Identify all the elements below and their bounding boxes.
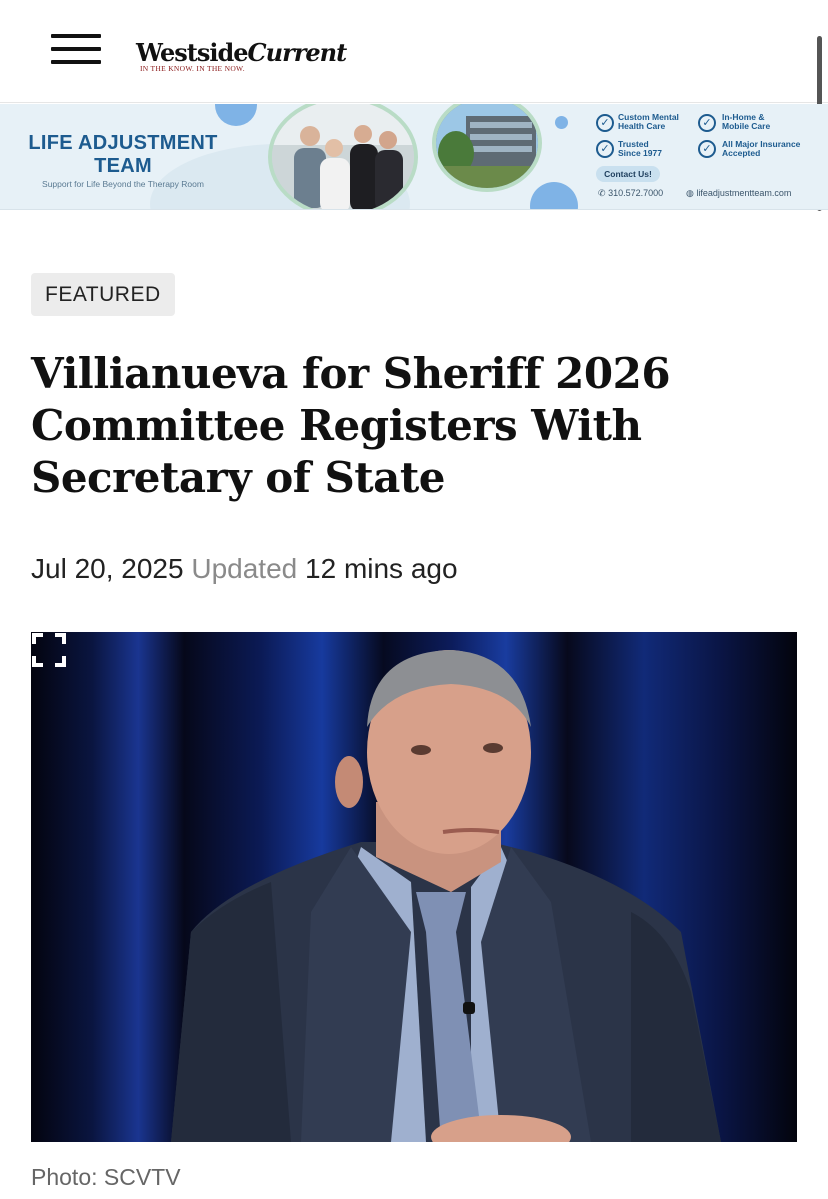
ad-feature: Trusted Since 1977 bbox=[618, 139, 662, 158]
ad-title: LIFE ADJUSTMENT TEAM bbox=[28, 132, 218, 177]
ad-subtitle: Support for Life Beyond the Therapy Room bbox=[42, 179, 204, 189]
featured-badge[interactable]: FEATURED bbox=[31, 273, 175, 316]
decorative-circle bbox=[530, 182, 578, 209]
check-icon: ✓ bbox=[698, 140, 716, 158]
check-icon: ✓ bbox=[698, 114, 716, 132]
updated-time: 12 mins ago bbox=[305, 553, 458, 584]
ad-feature: All Major Insurance Accepted bbox=[722, 139, 801, 158]
check-icon: ✓ bbox=[596, 140, 614, 158]
contact-us-button[interactable]: Contact Us! bbox=[596, 166, 660, 182]
portrait-illustration bbox=[171, 650, 721, 1142]
decorative-circle bbox=[215, 104, 257, 126]
ad-banner[interactable]: LIFE ADJUSTMENT TEAM Support for Life Be… bbox=[0, 104, 828, 210]
photo-caption: Photo: SCVTV bbox=[31, 1164, 181, 1190]
menu-icon[interactable] bbox=[51, 34, 101, 66]
publish-date: Jul 20, 2025 bbox=[31, 553, 184, 584]
team-photo bbox=[268, 104, 418, 209]
check-icon: ✓ bbox=[596, 114, 614, 132]
ad-website[interactable]: ◍ lifeadjustmentteam.com bbox=[686, 188, 791, 199]
logo-text-current: Current bbox=[247, 38, 348, 67]
article-dateline: Jul 20, 2025 Updated 12 mins ago bbox=[31, 553, 458, 585]
logo-text-westside: Westside bbox=[136, 38, 249, 67]
article-headline: Villianueva for Sheriff 2026 Committee R… bbox=[31, 349, 671, 502]
site-header: WestsideCurrent IN THE KNOW. IN THE NOW. bbox=[0, 0, 828, 103]
article-photo[interactable] bbox=[31, 632, 797, 1142]
ad-phone-number: 310.572.7000 bbox=[608, 188, 664, 198]
ad-feature: In-Home & Mobile Care bbox=[722, 112, 771, 131]
phone-icon: ✆ bbox=[598, 188, 606, 198]
ad-phone[interactable]: ✆ 310.572.7000 bbox=[598, 188, 663, 199]
globe-icon: ◍ bbox=[686, 188, 694, 198]
decorative-circle bbox=[555, 116, 568, 129]
building-photo bbox=[432, 104, 542, 192]
site-logo[interactable]: WestsideCurrent IN THE KNOW. IN THE NOW. bbox=[136, 38, 348, 74]
ad-feature: Custom Mental Health Care bbox=[618, 112, 679, 131]
expand-icon[interactable] bbox=[31, 632, 67, 668]
updated-label: Updated bbox=[191, 553, 298, 584]
ad-website-url: lifeadjustmentteam.com bbox=[696, 188, 792, 198]
